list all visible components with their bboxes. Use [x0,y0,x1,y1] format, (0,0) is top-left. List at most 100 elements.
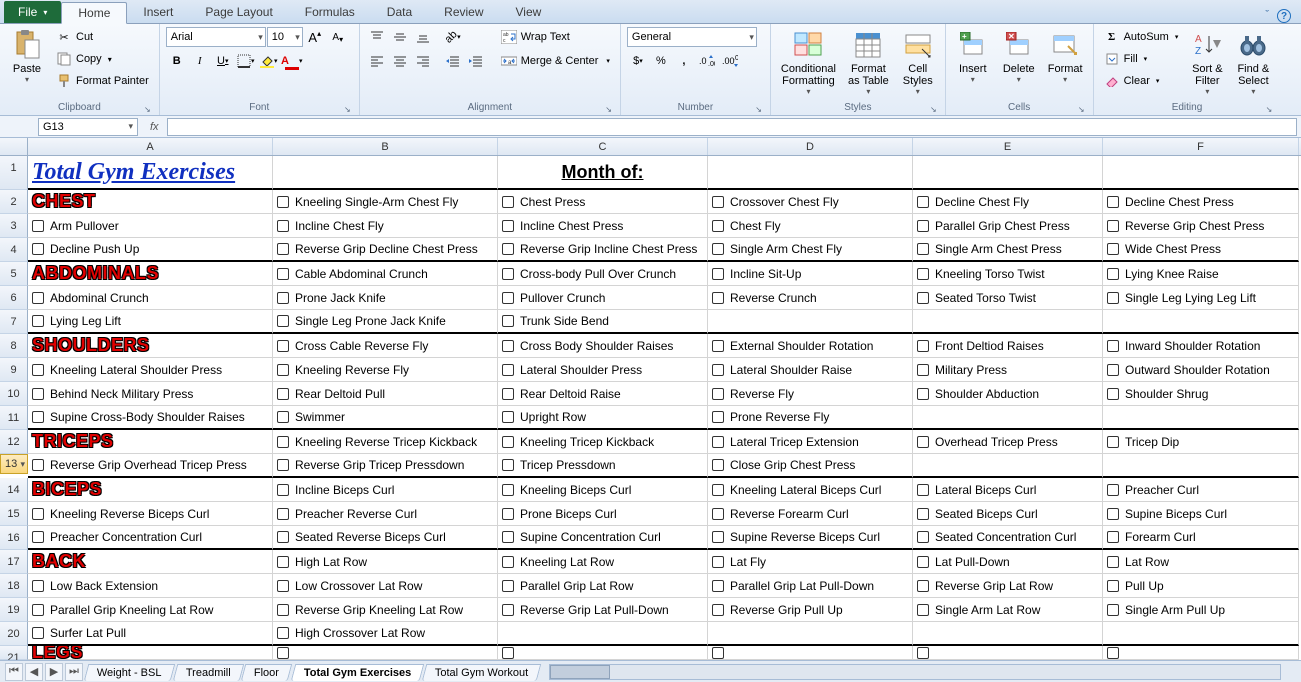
cell[interactable]: BICEPS [28,478,273,502]
row-header[interactable]: 14 [0,478,28,502]
cell[interactable]: Supine Concentration Curl [498,526,708,550]
file-tab[interactable]: File▾ [4,1,61,23]
cell[interactable]: Low Crossover Lat Row [273,574,498,598]
col-header[interactable]: A [28,138,273,155]
sort-filter-button[interactable]: AZSort & Filter▾ [1186,27,1228,98]
cell[interactable]: Seated Reverse Biceps Curl [273,526,498,550]
format-button[interactable]: Format▾ [1044,27,1087,86]
accounting-button[interactable]: $▾ [627,51,649,71]
increase-indent-button[interactable] [465,51,487,71]
fx-button[interactable]: fx [150,121,159,133]
row-header[interactable]: 3 [0,214,28,238]
row-header[interactable]: 8 [0,334,28,358]
cell[interactable]: Supine Biceps Curl [1103,502,1299,526]
cell[interactable] [498,622,708,646]
cell[interactable]: ABDOMINALS [28,262,273,286]
sheet-tab[interactable]: Floor [241,664,293,681]
row-header[interactable]: 2 [0,190,28,214]
cell[interactable]: Cross Cable Reverse Fly [273,334,498,358]
cell[interactable]: Shoulder Shrug [1103,382,1299,406]
cell[interactable]: Swimmer [273,406,498,430]
paste-button[interactable]: Paste▾ [6,27,48,86]
cell[interactable]: Incline Biceps Curl [273,478,498,502]
cell[interactable]: Tricep Pressdown [498,454,708,478]
cell[interactable] [273,646,498,660]
cell[interactable]: Lat Pull-Down [913,550,1103,574]
cell[interactable]: Lat Row [1103,550,1299,574]
cell-styles-button[interactable]: Cell Styles▾ [897,27,939,98]
cell[interactable]: Lateral Shoulder Press [498,358,708,382]
cell[interactable]: Single Arm Chest Press [913,238,1103,262]
cell[interactable]: Seated Torso Twist [913,286,1103,310]
underline-button[interactable]: U▾ [212,51,234,71]
cell[interactable]: Kneeling Single-Arm Chest Fly [273,190,498,214]
cell[interactable]: Lateral Biceps Curl [913,478,1103,502]
row-header[interactable]: 9 [0,358,28,382]
cell[interactable]: Inward Shoulder Rotation [1103,334,1299,358]
cell[interactable]: Reverse Grip Overhead Tricep Press [28,454,273,478]
sheet-tab[interactable]: Weight - BSL [84,664,175,681]
sheet-tab[interactable]: Treadmill [172,664,243,681]
cell[interactable]: Chest Press [498,190,708,214]
cell[interactable]: Decline Push Up [28,238,273,262]
cell[interactable] [498,646,708,660]
cell[interactable]: Single Arm Lat Row [913,598,1103,622]
cell[interactable]: BACK [28,550,273,574]
tab-page-layout[interactable]: Page Layout [189,1,288,23]
col-header[interactable]: E [913,138,1103,155]
decrease-decimal-button[interactable]: .00.0 [719,51,741,71]
cell[interactable]: TRICEPS [28,430,273,454]
cell[interactable] [708,310,913,334]
cell[interactable]: Reverse Grip Lat Row [913,574,1103,598]
cell[interactable]: Kneeling Lateral Shoulder Press [28,358,273,382]
align-center-button[interactable] [389,51,411,71]
cell[interactable]: Prone Reverse Fly [708,406,913,430]
col-header[interactable]: D [708,138,913,155]
cell[interactable] [1103,406,1299,430]
italic-button[interactable]: I [189,51,211,71]
cell[interactable]: Incline Chest Fly [273,214,498,238]
tab-review[interactable]: Review [428,1,499,23]
cell[interactable]: Single Arm Chest Fly [708,238,913,262]
cell[interactable] [913,454,1103,478]
cell[interactable]: Cable Abdominal Crunch [273,262,498,286]
cell[interactable]: Incline Sit-Up [708,262,913,286]
cell[interactable]: Trunk Side Bend [498,310,708,334]
increase-decimal-button[interactable]: .0.00 [696,51,718,71]
tab-formulas[interactable]: Formulas [289,1,371,23]
cell[interactable]: External Shoulder Rotation [708,334,913,358]
col-header[interactable]: F [1103,138,1299,155]
row-header[interactable]: 7 [0,310,28,334]
format-painter-button[interactable]: Format Painter [52,71,153,91]
orientation-button[interactable]: ab▾ [442,27,464,47]
row-header[interactable]: 16 [0,526,28,550]
cell[interactable]: Kneeling Reverse Fly [273,358,498,382]
cell[interactable]: High Lat Row [273,550,498,574]
cell[interactable]: Parallel Grip Chest Press [913,214,1103,238]
cell[interactable] [1103,454,1299,478]
cell[interactable]: Abdominal Crunch [28,286,273,310]
row-header[interactable]: 19 [0,598,28,622]
cell[interactable]: Forearm Curl [1103,526,1299,550]
cell[interactable] [1103,310,1299,334]
row-header[interactable]: 13 [0,454,28,474]
cell[interactable]: Parallel Grip Lat Row [498,574,708,598]
cell[interactable]: Reverse Fly [708,382,913,406]
align-right-button[interactable] [412,51,434,71]
cell[interactable]: Reverse Grip Lat Pull-Down [498,598,708,622]
merge-center-button[interactable]: aMerge & Center▾ [497,51,614,71]
cell[interactable]: Lying Leg Lift [28,310,273,334]
cell[interactable]: Wide Chest Press [1103,238,1299,262]
cell[interactable]: CHEST [28,190,273,214]
horizontal-scrollbar[interactable] [549,664,1281,680]
fill-color-button[interactable]: ▾ [258,51,280,71]
minimize-ribbon-icon[interactable]: ˇ [1265,9,1269,23]
cell[interactable]: Military Press [913,358,1103,382]
cell[interactable]: Lateral Tricep Extension [708,430,913,454]
comma-button[interactable]: , [673,51,695,71]
cell[interactable]: Prone Biceps Curl [498,502,708,526]
cell[interactable]: LEGS [28,646,273,660]
cell[interactable]: Month of: [498,156,708,190]
cell[interactable]: SHOULDERS [28,334,273,358]
cell[interactable] [913,406,1103,430]
